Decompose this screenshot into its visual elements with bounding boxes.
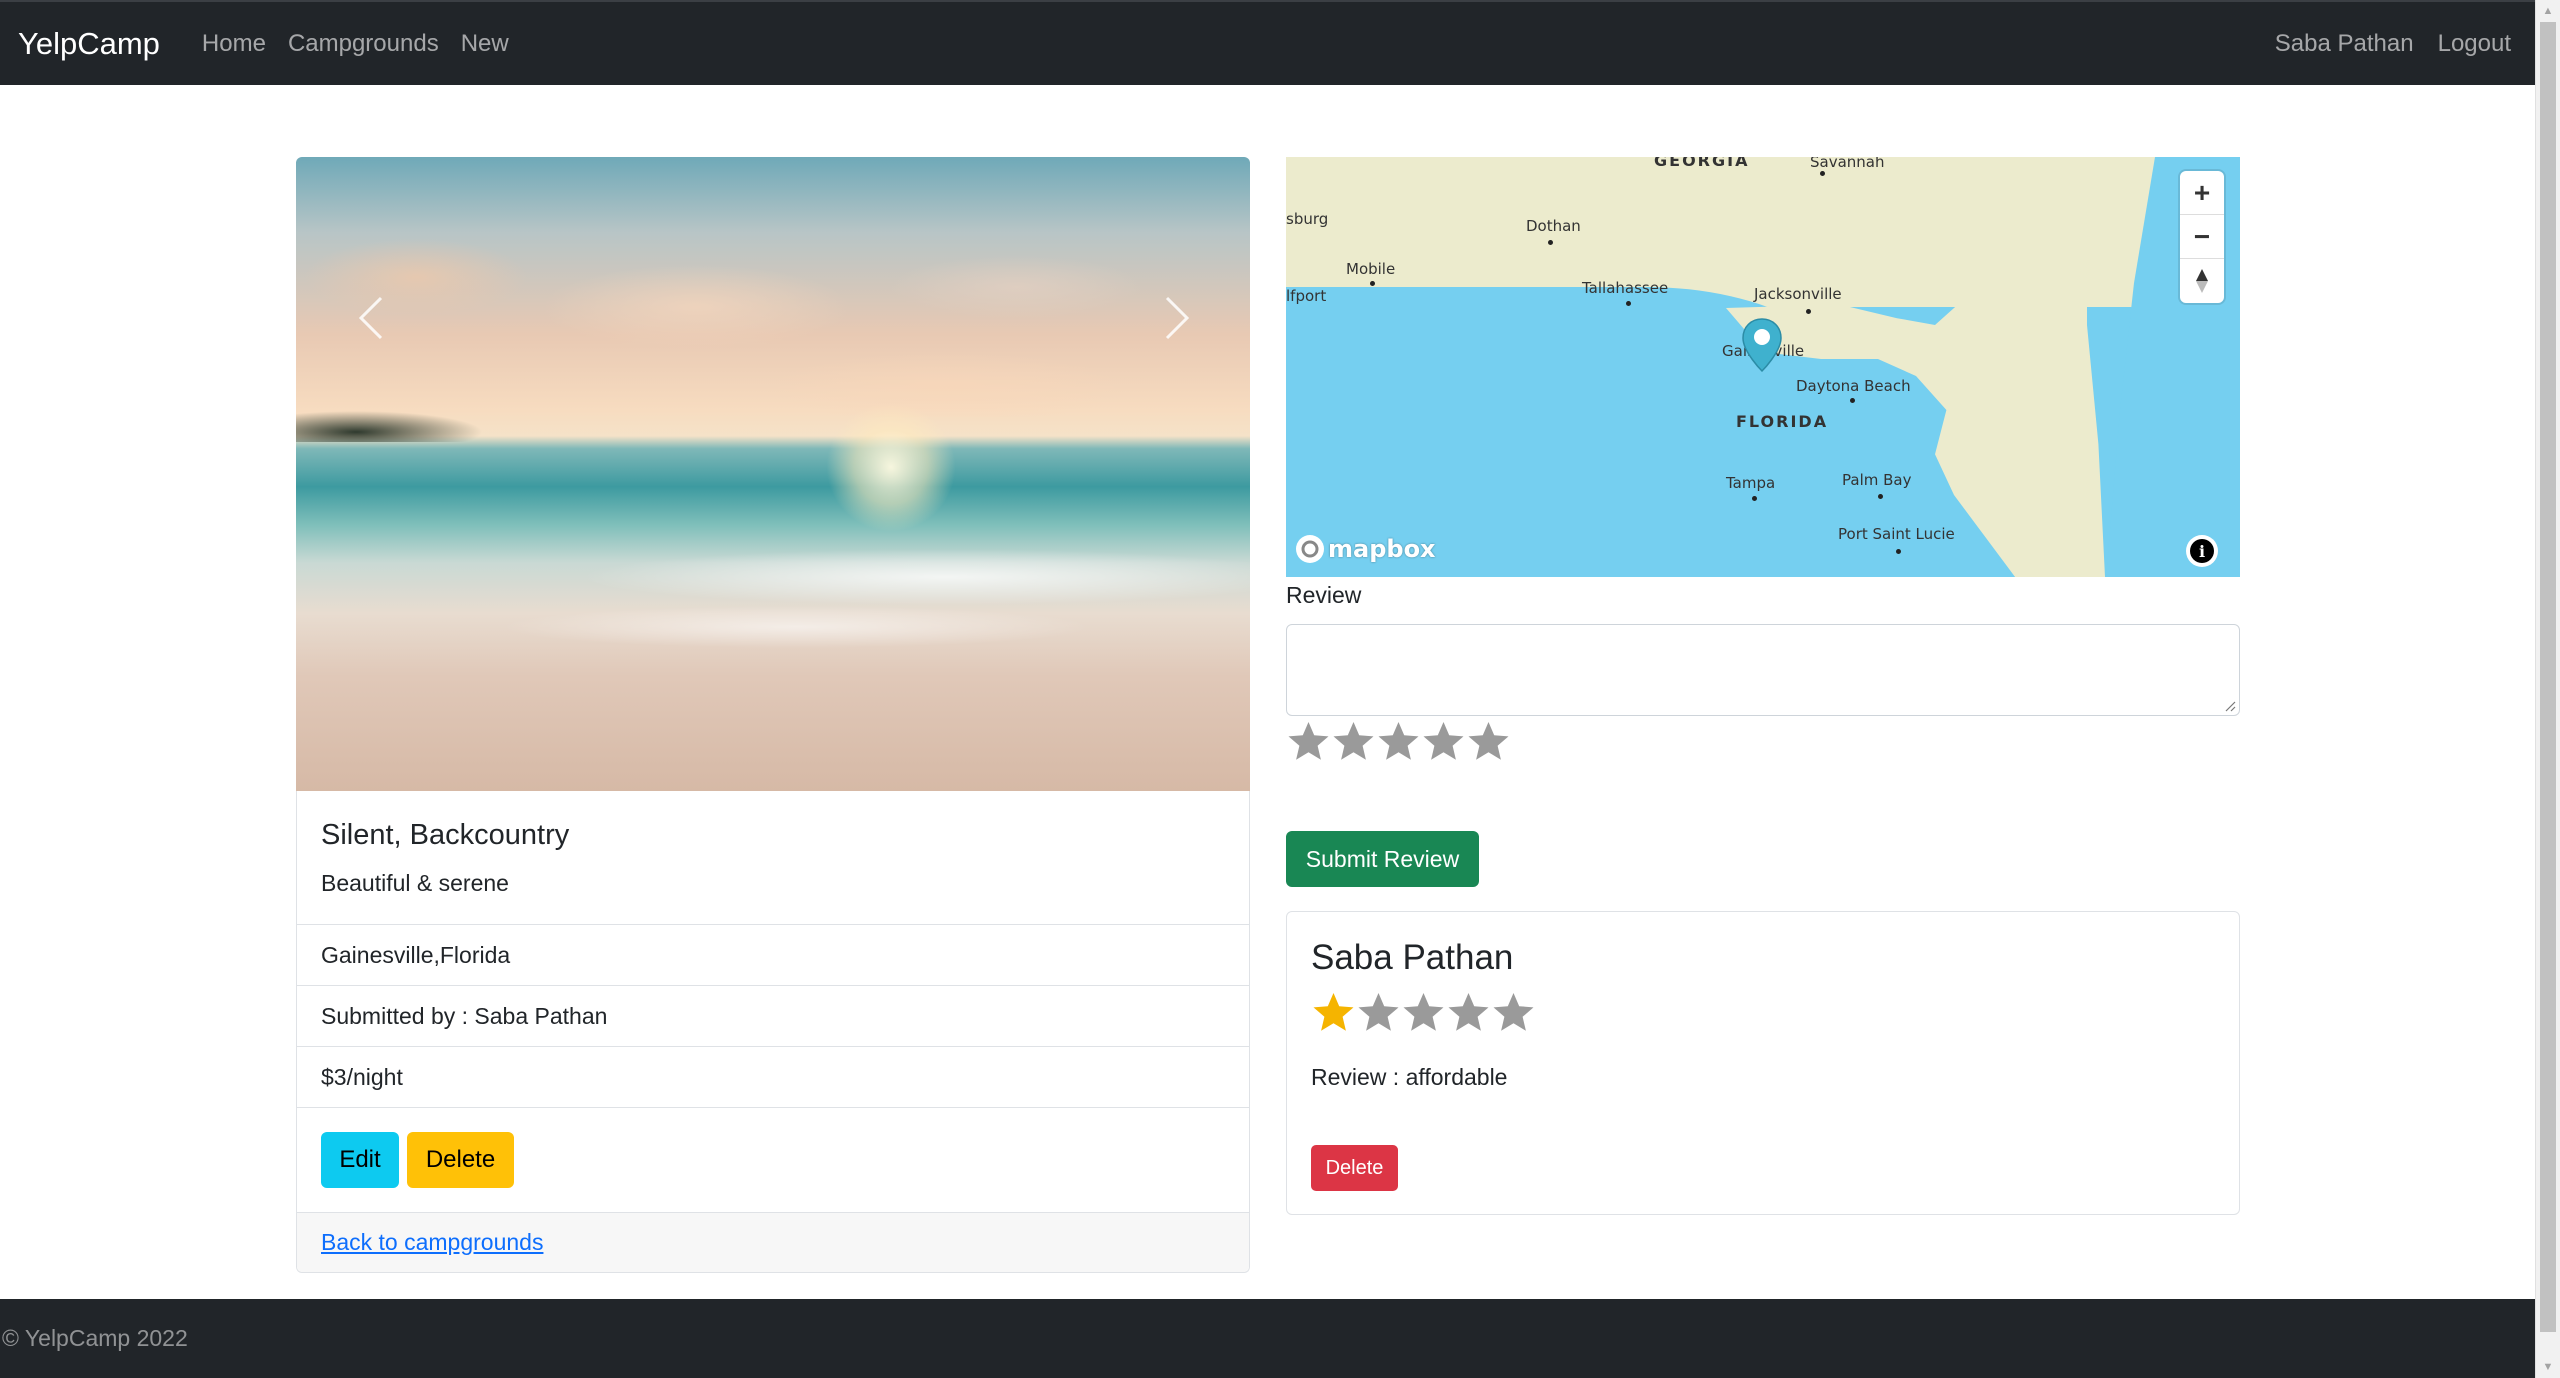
review-rating-input[interactable] [1286, 719, 1511, 764]
rating-input-star-3-icon[interactable] [1376, 719, 1421, 764]
review-author: Saba Pathan [1311, 938, 1514, 977]
carousel-prev-button[interactable] [346, 288, 396, 348]
map-label-sburg: sburg [1286, 210, 1329, 228]
brand-link[interactable]: YelpCamp [18, 26, 160, 62]
resize-grip-icon[interactable] [2224, 700, 2236, 712]
map-label-jacksonville: Jacksonville [1754, 285, 1842, 303]
info-icon: i [2190, 539, 2214, 563]
map-controls: + − [2180, 171, 2224, 303]
map-label-savannah: Savannah [1810, 157, 1885, 171]
page-scrollbar[interactable]: ▲ ▼ [2535, 0, 2560, 1378]
scroll-thumb[interactable] [2540, 22, 2556, 1332]
nav-logout-link[interactable]: Logout [2438, 30, 2511, 58]
zoom-out-button[interactable]: − [2180, 215, 2224, 259]
carousel-next-button[interactable] [1152, 288, 1202, 348]
nav-right: Saba Pathan Logout [2265, 30, 2525, 58]
campground-submitted-by: Submitted by : Saba Pathan [297, 985, 1249, 1046]
map-label-mobile: Mobile [1346, 260, 1396, 278]
mapbox-logo-text: mapbox [1328, 535, 1436, 563]
review-rating-star-4-icon [1448, 993, 1489, 1031]
footer-copyright: © YelpCamp 2022 [2, 1325, 188, 1351]
map-pin-icon[interactable] [1741, 317, 1783, 373]
map-attribution-button[interactable]: i [2186, 535, 2218, 567]
map-label-gulfport: lfport [1286, 287, 1327, 305]
carousel-image-sun [826, 402, 956, 532]
review-card: Saba Pathan Review : affordable Delete [1286, 911, 2240, 1215]
map-dot-daytona [1850, 398, 1855, 403]
nav-user-link[interactable]: Saba Pathan [2275, 30, 2414, 58]
submit-review-button[interactable]: Submit Review [1286, 831, 1479, 887]
review-label: Review [1286, 582, 1362, 608]
map-label-palm-bay: Palm Bay [1842, 471, 1912, 489]
map-dot-jacksonville [1806, 309, 1811, 314]
nav-new-link[interactable]: New [461, 30, 509, 58]
map-label-georgia: GEORGIA [1654, 157, 1750, 170]
map-label-daytona: Daytona Beach [1796, 377, 1911, 395]
campground-location: Gainesville,Florida [297, 924, 1249, 985]
review-rating-display [1311, 990, 1536, 1035]
carousel-image-island [296, 397, 496, 442]
zoom-in-button[interactable]: + [2180, 171, 2224, 215]
map-dot-dothan [1548, 240, 1553, 245]
carousel-image-waves [296, 537, 1250, 657]
footer: © YelpCamp 2022 [0, 1299, 2535, 1378]
rating-input-star-2-icon[interactable] [1331, 719, 1376, 764]
compass-button[interactable] [2180, 259, 2224, 303]
campground-image-carousel [296, 157, 1250, 791]
review-rating-star-3-icon [1403, 993, 1444, 1031]
review-textarea[interactable] [1286, 624, 2240, 716]
carousel-image-clouds [296, 217, 1250, 417]
review-text: Review : affordable [1311, 1064, 1508, 1090]
nav-home-link[interactable]: Home [202, 30, 266, 58]
navbar: YelpCamp Home Campgrounds New Saba Patha… [0, 0, 2535, 85]
mapbox-logo-icon [1296, 535, 1324, 563]
review-rating-star-5-icon [1493, 993, 1534, 1031]
nav-campgrounds-link[interactable]: Campgrounds [288, 30, 439, 58]
campground-description: Beautiful & serene [321, 870, 509, 896]
chevron-right-icon [1165, 296, 1190, 340]
map-label-port-saint-lucie: Port Saint Lucie [1838, 525, 1955, 543]
map-dot-palm-bay [1878, 494, 1883, 499]
rating-input-star-1-icon[interactable] [1286, 719, 1331, 764]
compass-icon [2196, 269, 2208, 293]
delete-campground-button[interactable]: Delete [407, 1132, 514, 1188]
review-rating-star-2-icon [1358, 993, 1399, 1031]
map-dot-tallahassee [1626, 301, 1631, 306]
delete-review-button[interactable]: Delete [1311, 1145, 1398, 1191]
campground-price: $3/night [297, 1046, 1249, 1107]
campground-title: Silent, Backcountry [321, 819, 570, 851]
rating-input-star-4-icon[interactable] [1421, 719, 1466, 764]
campground-card: Silent, Backcountry Beautiful & serene G… [296, 791, 1250, 1273]
edit-button[interactable]: Edit [321, 1132, 399, 1188]
card-footer: Back to campgrounds [297, 1212, 1249, 1272]
map-label-florida: FLORIDA [1736, 412, 1829, 431]
map-label-dothan: Dothan [1526, 217, 1581, 235]
map-label-tampa: Tampa [1726, 474, 1776, 492]
campground-map[interactable]: GEORGIA Savannah Dothan sburg Mobile lfp… [1286, 157, 2240, 577]
scroll-down-arrow-icon[interactable]: ▼ [2536, 1356, 2560, 1378]
map-dot-port-saint-lucie [1896, 549, 1901, 554]
map-dot-tampa [1752, 496, 1757, 501]
map-label-tallahassee: Tallahassee [1582, 279, 1669, 297]
back-to-campgrounds-link[interactable]: Back to campgrounds [321, 1229, 543, 1256]
scroll-up-arrow-icon[interactable]: ▲ [2536, 0, 2560, 22]
review-rating-star-1-icon [1313, 993, 1354, 1031]
map-dot-savannah [1820, 171, 1825, 176]
map-dot-mobile [1370, 281, 1375, 286]
mapbox-logo[interactable]: mapbox [1296, 535, 1436, 563]
rating-input-star-5-icon[interactable] [1466, 719, 1511, 764]
chevron-left-icon [358, 296, 383, 340]
